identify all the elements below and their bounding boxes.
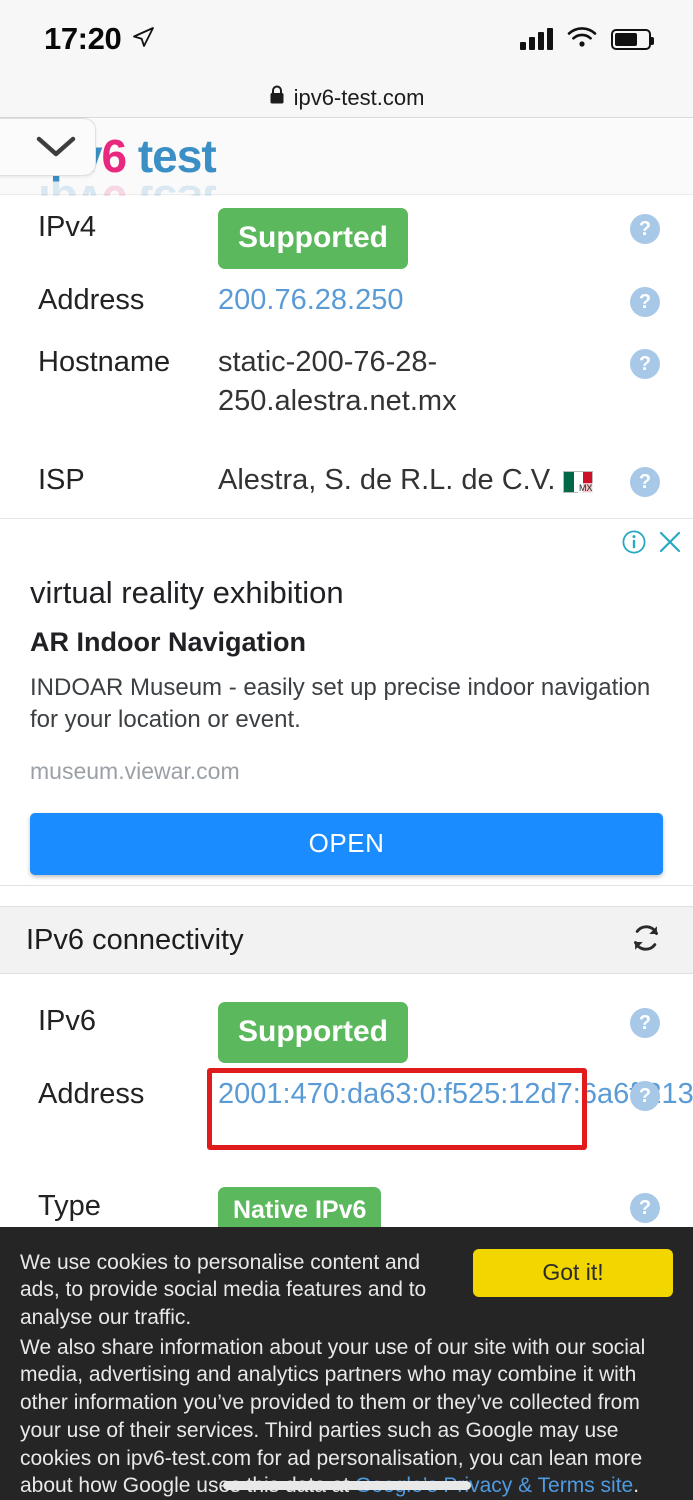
row-label: Address [38,1077,145,1110]
status-bar: 17:20 [0,0,693,78]
site-header: ipv6 test ipv6 test [0,119,693,303]
ad-title: virtual reality exhibition [30,575,344,610]
row-label: ISP [38,463,85,496]
mx-flag-icon: MX [563,470,594,494]
cookie-paragraph-1: We use cookies to personalise content an… [20,1250,427,1329]
help-icon[interactable]: ? [630,1008,660,1038]
home-indicator [222,1481,471,1490]
ipv4-address-value[interactable]: 200.76.28.250 [218,269,693,320]
status-bar-right [520,26,654,53]
status-bar-left: 17:20 [44,21,155,57]
isp-name: Alestra, S. de R.L. de C.V. [218,463,556,496]
table-row-ipv4: IPv4 Supported ? [0,196,693,269]
help-icon[interactable]: ? [630,1192,660,1223]
row-label: IPv6 [38,1005,97,1037]
phone-screen: 17:20 ipv6-test.com 6 test IPv4 Supporte… [0,0,693,1500]
help-icon[interactable]: ? [630,1080,660,1111]
row-value: Native IPv6 [218,1175,693,1235]
cookie-paragraph-end: . [633,1474,640,1498]
help-icon[interactable]: ? [630,348,660,379]
help-icon[interactable]: ? [630,286,660,317]
flag-code-label: MX [577,482,594,494]
ipv4-info-table: IPv4 Supported ? Address 200.76.28.250 ?… [0,196,693,511]
refresh-icon[interactable] [629,921,663,960]
ad-open-button[interactable]: OPEN [30,812,663,875]
ad-description: INDOAR Museum - easily set up precise in… [30,674,651,733]
location-arrow-icon [131,25,155,54]
lock-icon [269,85,285,110]
row-label: Address [38,283,145,316]
table-row-isp: ISP Alestra, S. de R.L. de C.V. MX ? [0,449,693,511]
cookie-consent-banner: Got it! We use cookies to personalise co… [0,1226,693,1500]
battery-icon [611,28,654,50]
ad-url: museum.viewar.com [30,757,240,784]
row-value: Supported [218,196,693,269]
section-title: IPv6 connectivity [26,923,244,956]
status-badge: Supported [218,1002,408,1063]
ad-close-icon[interactable] [657,529,683,560]
logo-part3: test [126,130,217,182]
ad-controls [621,529,683,560]
help-icon[interactable]: ? [630,466,660,497]
ad-subtitle: AR Indoor Navigation [30,627,306,657]
status-time: 17:20 [44,21,122,56]
ipv6-address-value[interactable]: 2001:470:da63:0:f525:12d7:6a6f:2138 [218,1063,693,1114]
chevron-down-icon [35,134,77,160]
cellular-signal-icon [520,28,553,50]
advertisement[interactable]: virtual reality exhibition AR Indoor Nav… [0,518,693,886]
row-label: IPv4 [38,211,97,243]
url-text: ipv6-test.com [293,84,425,110]
table-row-ipv6: IPv6 Supported ? [0,990,693,1063]
cookie-accept-button[interactable]: Got it! [473,1248,673,1297]
table-row-ipv4-address: Address 200.76.28.250 ? [0,269,693,331]
row-value: Supported [218,990,693,1063]
ipv6-section-header: IPv6 connectivity [0,906,693,974]
isp-value: Alestra, S. de R.L. de C.V. MX [218,449,693,500]
wifi-icon [567,26,597,53]
logo-part2: 6 [101,130,127,182]
hostname-value: static-200-76-28-250.alestra.net.mx [218,345,457,417]
browser-expand-toolbar-button[interactable] [0,118,96,176]
browser-url-bar[interactable]: ipv6-test.com [0,78,693,118]
cookie-paragraph-2: We also share information about your use… [20,1334,673,1500]
ad-info-icon[interactable] [621,529,647,560]
help-icon[interactable]: ? [630,214,660,244]
table-row-ipv6-address: Address 2001:470:da63:0:f525:12d7:6a6f:2… [0,1063,693,1175]
row-label: Hostname [38,345,171,378]
table-row-hostname: Hostname static-200-76-28-250.alestra.ne… [0,331,693,449]
status-badge: Supported [218,208,408,269]
